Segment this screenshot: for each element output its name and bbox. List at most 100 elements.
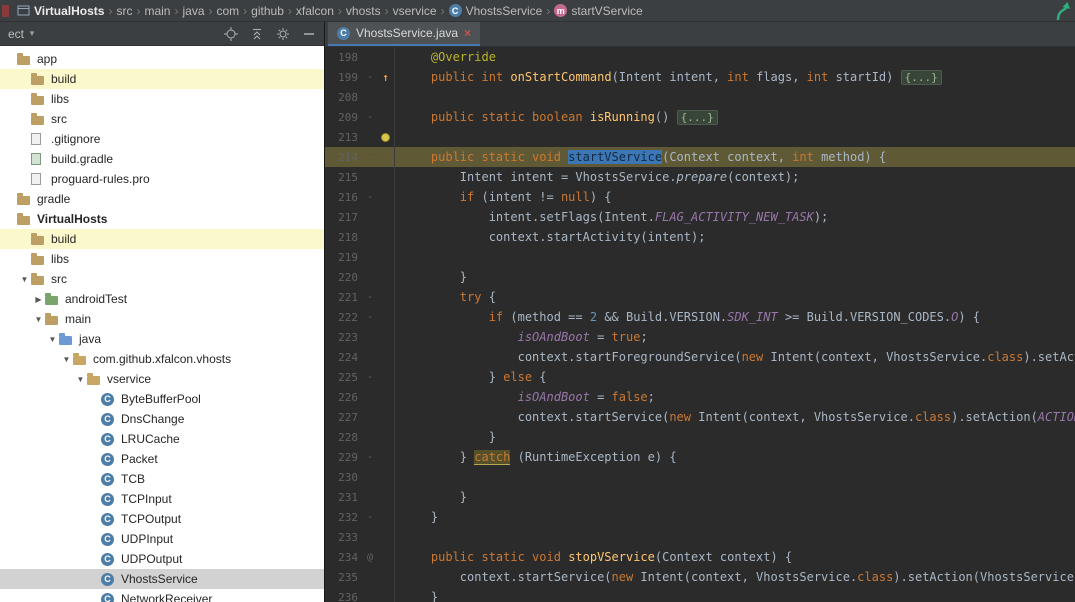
close-icon[interactable]: × <box>464 27 471 39</box>
override-marker-icon[interactable]: ↑ <box>382 71 389 84</box>
project-panel-title[interactable]: ect <box>8 27 24 41</box>
code-line-220[interactable]: 220 } <box>325 267 1075 287</box>
tree-item-com-github-xfalcon-vhosts[interactable]: ▼ com.github.xfalcon.vhosts <box>0 349 324 369</box>
tree-item-packet[interactable]: C Packet <box>0 449 324 469</box>
fold-marker[interactable]: - <box>363 72 377 83</box>
tree-item-build[interactable]: build <box>0 69 324 89</box>
tree-item-build-gradle[interactable]: build.gradle <box>0 149 324 169</box>
breadcrumb-item-com[interactable]: com <box>215 4 242 18</box>
fold-marker[interactable]: - <box>363 512 377 523</box>
tree-item-udpoutput[interactable]: C UDPOutput <box>0 549 324 569</box>
tree-item-build[interactable]: build <box>0 229 324 249</box>
line-number[interactable]: 214 <box>325 151 363 164</box>
tree-expand-arrow[interactable]: ▼ <box>32 315 45 324</box>
line-number[interactable]: 217 <box>325 211 363 224</box>
code-line-234[interactable]: 234 @ public static void stopVService (Con… <box>325 547 1075 567</box>
tree-item--gitignore[interactable]: .gitignore <box>0 129 324 149</box>
navigate-arrow-icon[interactable] <box>1054 1 1072 24</box>
tree-item-libs[interactable]: libs <box>0 249 324 269</box>
code-line-214[interactable]: 214- public static void startVService (Co… <box>325 147 1075 167</box>
code-line-221[interactable]: 221- try { <box>325 287 1075 307</box>
breadcrumb-item-virtualhosts[interactable]: VirtualHosts <box>15 4 106 18</box>
tree-expand-arrow[interactable]: ▶ <box>32 295 45 304</box>
breadcrumb-item-xfalcon[interactable]: xfalcon <box>294 4 336 18</box>
tree-item-proguard-rules-pro[interactable]: proguard-rules.pro <box>0 169 324 189</box>
tree-item-androidtest[interactable]: ▶ androidTest <box>0 289 324 309</box>
fold-marker[interactable]: - <box>363 152 377 163</box>
line-number[interactable]: 236 <box>325 591 363 602</box>
breadcrumb-item-vservice[interactable]: vservice <box>391 4 439 18</box>
code-line-216[interactable]: 216- if (intent != null) { <box>325 187 1075 207</box>
code-line-232[interactable]: 232- } <box>325 507 1075 527</box>
code-line-223[interactable]: 223 isOAndBoot = true; <box>325 327 1075 347</box>
line-number[interactable]: 227 <box>325 411 363 424</box>
tree-expand-arrow[interactable]: ▼ <box>60 355 73 364</box>
code-line-225[interactable]: 225- } else { <box>325 367 1075 387</box>
hide-panel-icon[interactable] <box>302 27 316 41</box>
tab-vhostsservice-java[interactable]: C VhostsService.java × <box>328 22 481 46</box>
code-line-229[interactable]: 229- } catch (RuntimeException e) { <box>325 447 1075 467</box>
settings-gear-icon[interactable] <box>276 27 290 41</box>
breadcrumb-item-startvservice[interactable]: m startVService <box>552 4 644 18</box>
tree-item-src[interactable]: src <box>0 109 324 129</box>
tree-item-networkreceiver[interactable]: C NetworkReceiver <box>0 589 324 602</box>
tree-expand-arrow[interactable]: ▼ <box>18 275 31 284</box>
fold-marker[interactable]: - <box>363 452 377 463</box>
tree-item-java[interactable]: ▼ java <box>0 329 324 349</box>
fold-marker[interactable]: - <box>363 312 377 323</box>
code-line-219[interactable]: 219 <box>325 247 1075 267</box>
breadcrumb-item-github[interactable]: github <box>249 4 286 18</box>
tree-expand-arrow[interactable]: ▼ <box>74 375 87 384</box>
line-number[interactable]: 226 <box>325 391 363 404</box>
tree-item-libs[interactable]: libs <box>0 89 324 109</box>
tree-item-virtualhosts[interactable]: VirtualHosts <box>0 209 324 229</box>
code-line-227[interactable]: 227 context.startService(new Intent(cont… <box>325 407 1075 427</box>
tree-item-tcpinput[interactable]: C TCPInput <box>0 489 324 509</box>
code-line-224[interactable]: 224 context.startForegroundService(new I… <box>325 347 1075 367</box>
code-line-222[interactable]: 222- if (method == 2 && Build.VERSION. SD… <box>325 307 1075 327</box>
line-number[interactable]: 216 <box>325 191 363 204</box>
tree-item-lrucache[interactable]: C LRUCache <box>0 429 324 449</box>
tree-item-bytebufferpool[interactable]: C ByteBufferPool <box>0 389 324 409</box>
tree-item-vhostsservice[interactable]: C VhostsService <box>0 569 324 589</box>
line-number[interactable]: 218 <box>325 231 363 244</box>
line-number[interactable]: 199 <box>325 71 363 84</box>
code-line-218[interactable]: 218 context.startActivity(intent); <box>325 227 1075 247</box>
collapse-all-icon[interactable] <box>250 27 264 41</box>
tree-item-src[interactable]: ▼ src <box>0 269 324 289</box>
line-number[interactable]: 228 <box>325 431 363 444</box>
breadcrumb-item-java[interactable]: java <box>180 4 206 18</box>
tree-item-vservice[interactable]: ▼ vservice <box>0 369 324 389</box>
line-number[interactable]: 213 <box>325 131 363 144</box>
line-number[interactable]: 230 <box>325 471 363 484</box>
line-number[interactable]: 229 <box>325 451 363 464</box>
line-number[interactable]: 234 <box>325 551 363 564</box>
breadcrumb-item-vhosts[interactable]: vhosts <box>344 4 383 18</box>
fold-marker[interactable]: - <box>363 372 377 383</box>
line-number[interactable]: 198 <box>325 51 363 64</box>
tree-item-gradle[interactable]: gradle <box>0 189 324 209</box>
code-line-208[interactable]: 208 <box>325 87 1075 107</box>
code-line-217[interactable]: 217 intent.setFlags(Intent. FLAG_ACTIVITY… <box>325 207 1075 227</box>
line-number[interactable]: 223 <box>325 331 363 344</box>
breadcrumb-item-src[interactable]: src <box>114 4 134 18</box>
line-number[interactable]: 232 <box>325 511 363 524</box>
intention-bulb-icon[interactable] <box>381 132 390 142</box>
code-line-199[interactable]: 199- ↑ public int onStartCommand (Intent i… <box>325 67 1075 87</box>
tree-item-tcb[interactable]: C TCB <box>0 469 324 489</box>
code-line-236[interactable]: 236 } <box>325 587 1075 602</box>
code-area[interactable]: 198 @Override 199- ↑ public int onStartCom… <box>325 47 1075 602</box>
tree-item-app[interactable]: app <box>0 49 324 69</box>
code-line-231[interactable]: 231 } <box>325 487 1075 507</box>
fold-marker[interactable]: - <box>363 192 377 203</box>
code-line-226[interactable]: 226 isOAndBoot = false; <box>325 387 1075 407</box>
code-line-233[interactable]: 233 <box>325 527 1075 547</box>
chevron-down-icon[interactable]: ▼ <box>28 29 36 38</box>
tree-item-dnschange[interactable]: C DnsChange <box>0 409 324 429</box>
line-number[interactable]: 221 <box>325 291 363 304</box>
line-number[interactable]: 233 <box>325 531 363 544</box>
line-number[interactable]: 219 <box>325 251 363 264</box>
tree-item-udpinput[interactable]: C UDPInput <box>0 529 324 549</box>
tree-item-main[interactable]: ▼ main <box>0 309 324 329</box>
tree-item-tcpoutput[interactable]: C TCPOutput <box>0 509 324 529</box>
